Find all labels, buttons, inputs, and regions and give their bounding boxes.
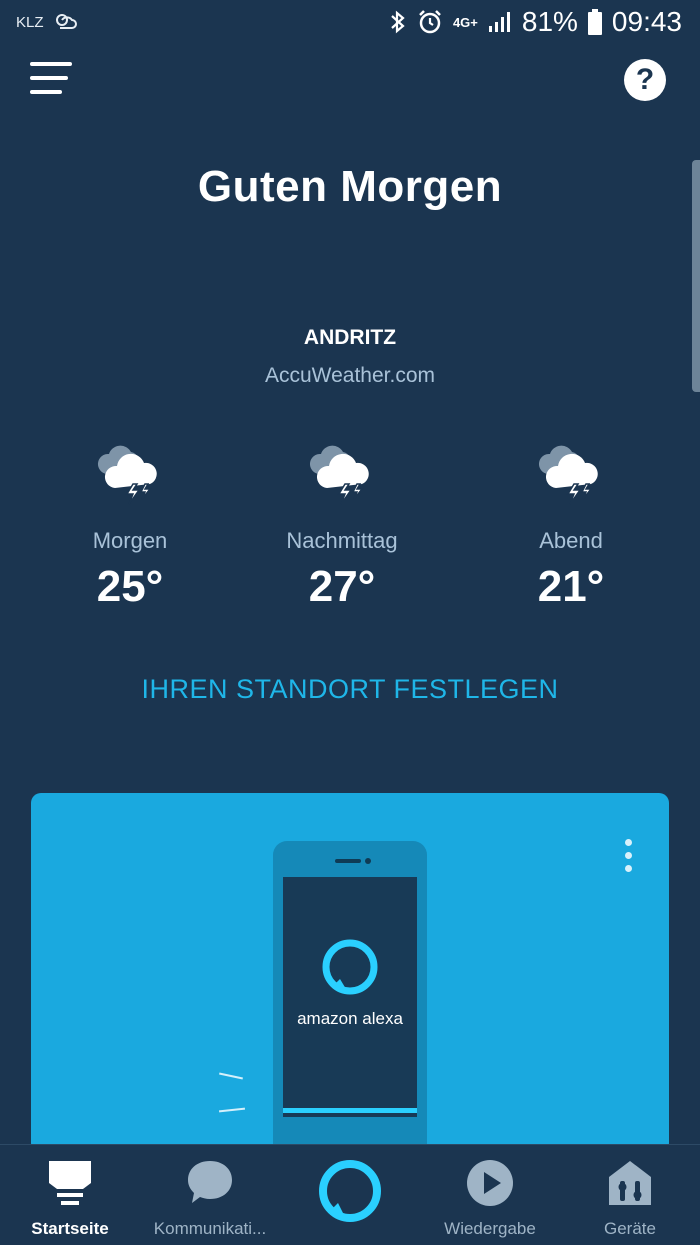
nav-home[interactable]: Startseite xyxy=(10,1145,130,1245)
bottom-navigation: Startseite Kommunikati... Wiedergabe Ger… xyxy=(0,1144,700,1245)
forecast-label: Morgen xyxy=(92,528,168,553)
home-icon xyxy=(49,1161,91,1205)
forecast-temperature: 25° xyxy=(96,562,164,611)
alarm-icon xyxy=(419,10,441,34)
forecast-label: Nachmittag xyxy=(286,528,398,553)
battery-percent: 81% xyxy=(521,6,578,37)
nav-label: Kommunikati... xyxy=(153,1219,267,1238)
phone-illustration: amazon alexa xyxy=(273,841,427,1153)
menu-line xyxy=(30,76,68,80)
carrier-label: KLZ xyxy=(16,13,44,31)
forecast-temperature: 27° xyxy=(308,562,376,611)
forecast-label: Abend xyxy=(539,528,603,553)
help-button[interactable]: ? xyxy=(624,59,666,101)
set-location-link[interactable]: IHREN STANDORT FESTLEGEN xyxy=(0,674,700,705)
phone-screen: amazon alexa xyxy=(283,877,417,1117)
nav-label: Wiedergabe xyxy=(444,1219,536,1238)
network-type-label: 4G+ xyxy=(452,14,478,30)
sound-wave-line xyxy=(219,1072,243,1080)
status-right: 4G+ 81% 09:43 xyxy=(389,6,682,38)
thunderstorm-icon xyxy=(97,445,157,505)
nav-label: Geräte xyxy=(604,1219,656,1238)
bluetooth-icon xyxy=(391,10,405,34)
forecast-evening: Abend 21° xyxy=(481,444,661,612)
nav-communication[interactable]: Kommunikati... xyxy=(140,1145,280,1245)
alexa-logo-icon xyxy=(322,939,378,995)
more-options-icon[interactable] xyxy=(623,839,633,875)
weather-location: ANDRITZ xyxy=(303,326,397,349)
status-bar: KLZ 4G+ 81% 09:43 xyxy=(0,0,700,50)
nav-label: Startseite xyxy=(31,1219,109,1238)
forecast-afternoon: Nachmittag 27° xyxy=(252,444,432,612)
phone-speaker xyxy=(335,859,361,863)
menu-dot xyxy=(624,852,632,859)
chat-bubble-icon xyxy=(188,1161,232,1203)
thunderstorm-icon xyxy=(309,445,369,505)
battery-icon xyxy=(587,9,602,35)
forecast-morning: Morgen 25° xyxy=(40,444,220,612)
weather-status-icon xyxy=(55,14,77,29)
listening-bar xyxy=(283,1108,417,1113)
nav-alexa[interactable] xyxy=(300,1145,400,1245)
status-left: KLZ xyxy=(16,12,78,32)
menu-line xyxy=(30,90,62,94)
phone-camera xyxy=(365,858,371,864)
nav-playback[interactable]: Wiedergabe xyxy=(430,1145,550,1245)
thunderstorm-icon xyxy=(538,445,598,505)
alexa-icon xyxy=(319,1160,381,1222)
menu-dot xyxy=(624,839,632,846)
greeting-title: Guten Morgen xyxy=(197,162,503,211)
clock: 09:43 xyxy=(611,6,682,37)
menu-dot xyxy=(624,865,632,872)
menu-line xyxy=(30,62,72,66)
promo-card[interactable]: amazon alexa xyxy=(31,793,669,1153)
alexa-brand-text: amazon alexa xyxy=(297,1009,403,1028)
sound-wave-line xyxy=(218,1107,246,1113)
devices-house-icon xyxy=(609,1161,651,1205)
nav-devices[interactable]: Geräte xyxy=(570,1145,690,1245)
menu-button[interactable] xyxy=(30,62,72,98)
play-icon xyxy=(467,1160,513,1206)
weather-source-link[interactable]: AccuWeather.com xyxy=(0,364,700,388)
forecast-temperature: 21° xyxy=(537,562,605,611)
signal-icon xyxy=(488,12,510,32)
